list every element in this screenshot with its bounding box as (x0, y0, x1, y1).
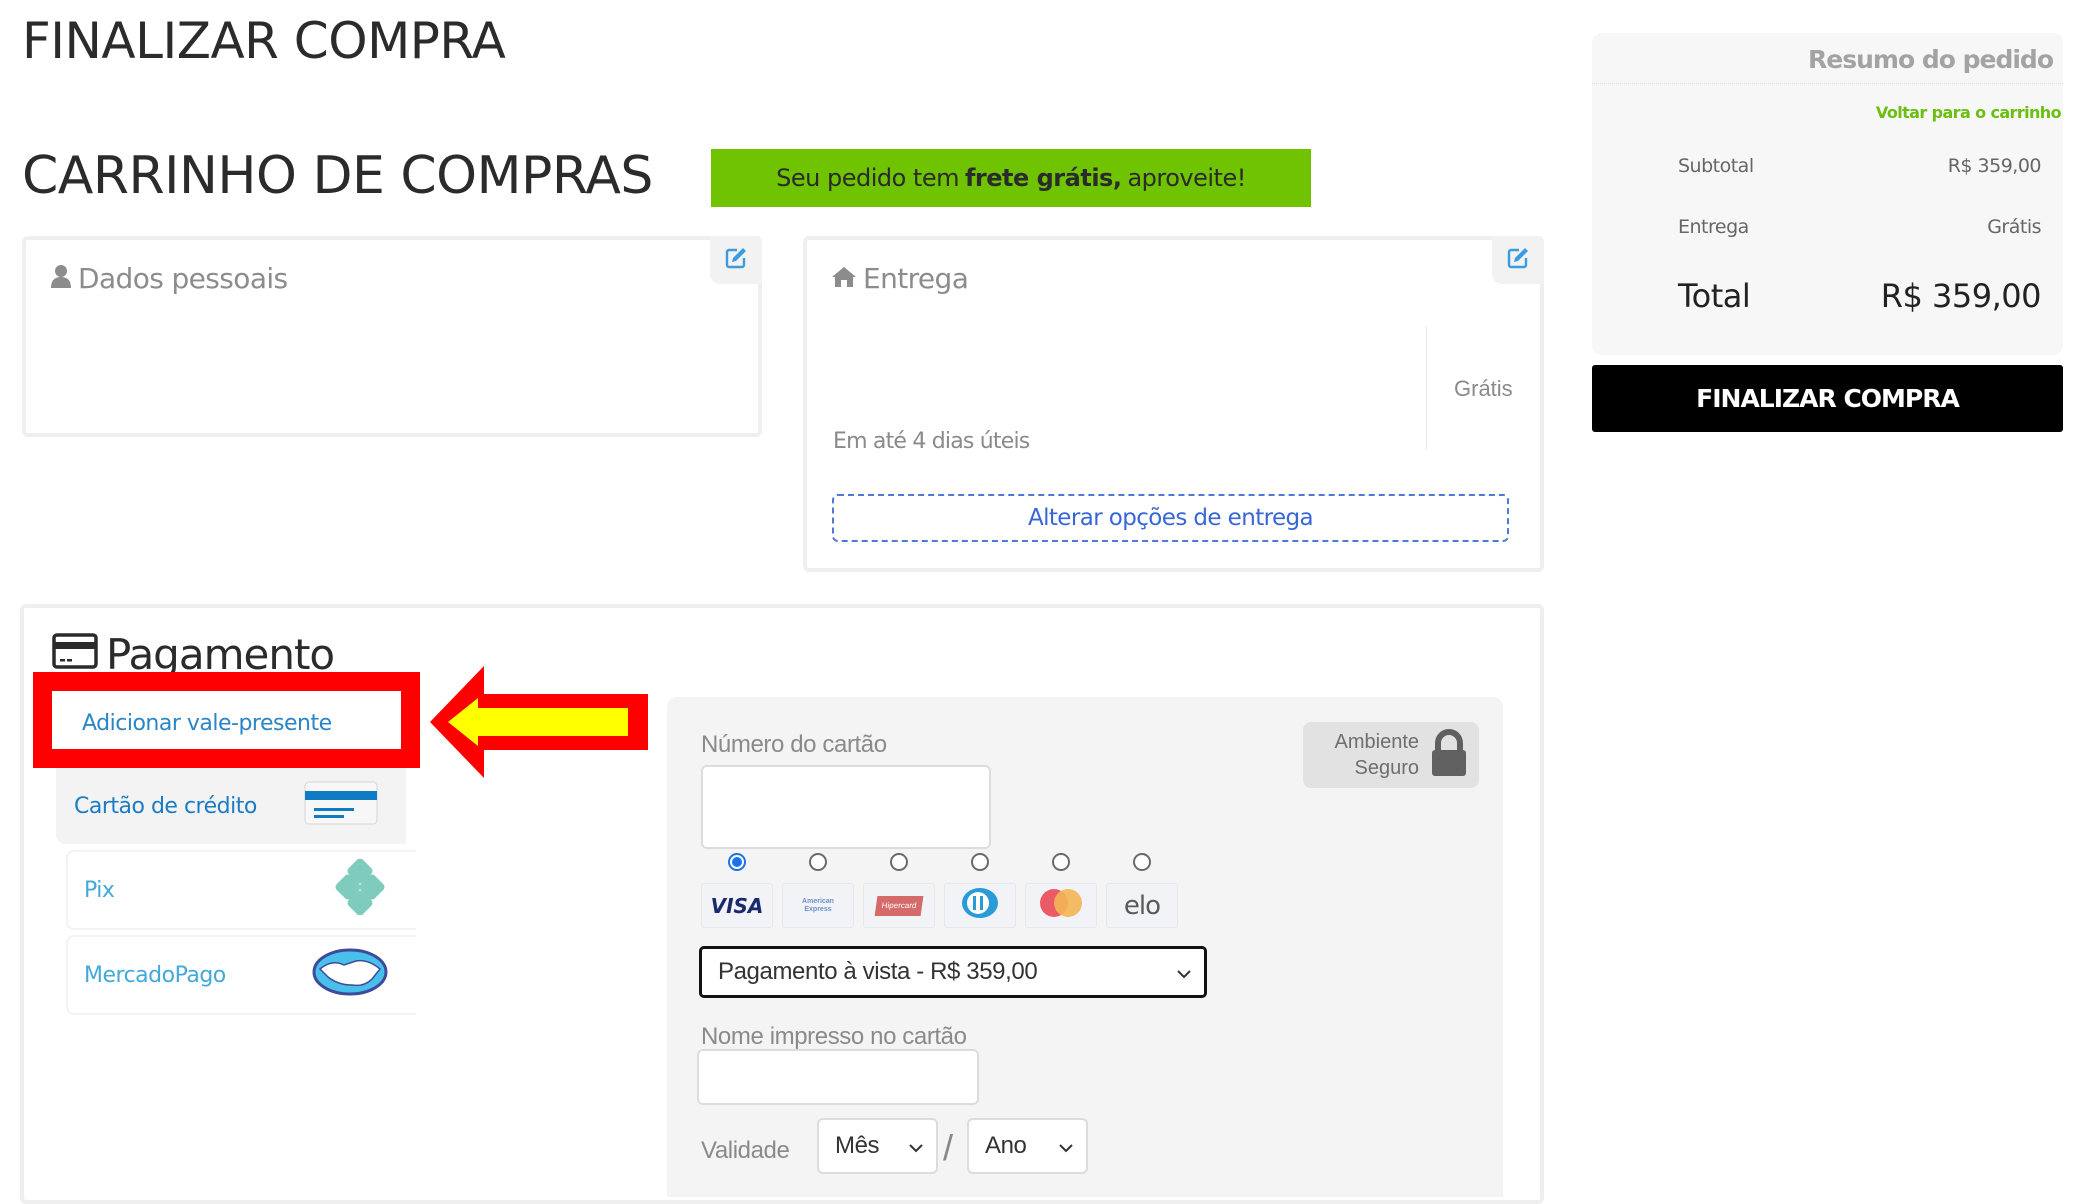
card-name-label: Nome impresso no cartão (701, 1023, 967, 1050)
order-summary-header: Resumo do pedido (1592, 33, 2063, 84)
secure-environment-badge: Ambiente Seguro (1303, 722, 1479, 788)
brand-diners[interactable] (944, 883, 1016, 928)
payment-method-label: Pix (84, 877, 115, 903)
card-name-input[interactable] (697, 1049, 979, 1105)
credit-card-form: Número do cartão Ambiente Seguro VISA Am… (667, 697, 1503, 1197)
brand-radio-diners[interactable] (971, 853, 989, 871)
chevron-down-icon (1058, 1132, 1074, 1160)
brand-radio-amex[interactable] (809, 853, 827, 871)
chevron-down-icon (908, 1132, 924, 1160)
subtotal-row: Subtotal R$ 359,00 (1678, 155, 2042, 177)
brand-elo[interactable]: elo (1106, 883, 1178, 928)
installments-select[interactable]: Pagamento à vista - R$ 359,00 (699, 946, 1207, 998)
brand-hipercard[interactable]: Hipercard (863, 883, 935, 928)
edit-personal-button[interactable] (710, 236, 762, 284)
secure-text: Ambiente Seguro (1335, 729, 1420, 781)
subtotal-value: R$ 359,00 (1947, 155, 2042, 177)
diners-logo-icon (960, 886, 1000, 925)
banner-prefix: Seu pedido tem (776, 164, 959, 192)
total-row: Total R$ 359,00 (1678, 277, 2042, 315)
home-icon (831, 262, 857, 295)
chevron-down-icon (1176, 958, 1192, 986)
brand-radio-elo[interactable] (1133, 853, 1151, 871)
delivery-price: Grátis (1454, 376, 1513, 401)
delivery-title: Entrega (863, 262, 969, 295)
change-delivery-button[interactable]: Alterar opções de entrega (832, 494, 1509, 542)
month-select[interactable]: Mês (817, 1118, 938, 1174)
payment-method-label: MercadoPago (84, 962, 226, 988)
banner-suffix: aproveite! (1127, 164, 1246, 192)
payment-title: Pagamento (106, 630, 335, 679)
add-gift-card-link[interactable]: Adicionar vale-presente (56, 695, 402, 751)
year-value: Ano (985, 1132, 1027, 1159)
installments-value: Pagamento à vista - R$ 359,00 (718, 958, 1038, 985)
secure-line-1: Ambiente (1334, 731, 1420, 753)
mastercard-logo-icon (1037, 887, 1085, 924)
delivery-card: Entrega Grátis Em até 4 dias úteis Alter… (803, 236, 1544, 572)
elo-logo-icon: elo (1123, 890, 1161, 921)
personal-data-title: Dados pessoais (78, 262, 288, 295)
brand-amex[interactable]: American Express (782, 883, 854, 928)
total-value: R$ 359,00 (1880, 277, 2042, 315)
brand-radio-visa[interactable] (728, 853, 746, 871)
total-label: Total (1678, 277, 1751, 315)
credit-card-icon (304, 781, 378, 831)
subtotal-label: Subtotal (1678, 155, 1754, 177)
finish-purchase-button[interactable]: FINALIZAR COMPRA (1592, 365, 2063, 432)
month-value: Mês (835, 1132, 880, 1159)
year-select[interactable]: Ano (967, 1118, 1088, 1174)
card-number-label: Número do cartão (701, 731, 887, 758)
banner-highlight: frete grátis, (964, 164, 1122, 192)
delivery-value: Grátis (1987, 216, 2041, 238)
back-to-cart-link[interactable]: Voltar para o carrinho (1876, 103, 2062, 122)
mercadopago-icon (312, 947, 388, 1003)
page-title: FINALIZAR COMPRA (22, 12, 506, 70)
validity-label: Validade (701, 1137, 790, 1164)
visa-logo-icon: VISA (710, 893, 764, 918)
user-icon (50, 262, 72, 295)
delivery-row: Entrega Grátis (1678, 216, 2041, 238)
edit-icon (1506, 246, 1530, 275)
brand-radio-mastercard[interactable] (1052, 853, 1070, 871)
pix-icon (332, 858, 388, 921)
validity-separator: / (943, 1127, 953, 1168)
edit-delivery-button[interactable] (1492, 236, 1544, 284)
brand-radio-hipercard[interactable] (890, 853, 908, 871)
delivery-divider (1426, 326, 1427, 450)
payment-method-pix[interactable]: Pix (66, 850, 416, 930)
amex-logo-icon: American Express (802, 897, 834, 913)
order-summary: Resumo do pedido Voltar para o carrinho … (1592, 33, 2063, 355)
payment-method-label: Cartão de crédito (74, 793, 257, 819)
payment-header: Pagamento (52, 630, 335, 679)
payment-method-credit-card[interactable]: Cartão de crédito (56, 768, 406, 844)
delivery-header: Entrega (831, 262, 969, 295)
brand-visa[interactable]: VISA (701, 883, 773, 928)
edit-icon (724, 246, 748, 275)
personal-data-card: Dados pessoais (22, 236, 762, 437)
gift-card-label: Adicionar vale-presente (82, 710, 332, 736)
payment-method-mercadopago[interactable]: MercadoPago (66, 935, 416, 1015)
brand-mastercard[interactable] (1025, 883, 1097, 928)
order-summary-title: Resumo do pedido (1808, 45, 2054, 74)
secure-line-2: Seguro (1354, 757, 1420, 779)
credit-card-icon (52, 630, 98, 679)
cart-title: CARRINHO DE COMPRAS (22, 146, 653, 206)
card-number-input[interactable] (701, 765, 991, 849)
free-shipping-banner: Seu pedido tem frete grátis, aproveite! (711, 149, 1311, 207)
lock-icon (1429, 728, 1469, 782)
delivery-time: Em até 4 dias úteis (833, 429, 1030, 454)
personal-data-header: Dados pessoais (50, 262, 288, 295)
delivery-label: Entrega (1678, 216, 1749, 238)
hipercard-logo-icon: Hipercard (874, 895, 924, 916)
